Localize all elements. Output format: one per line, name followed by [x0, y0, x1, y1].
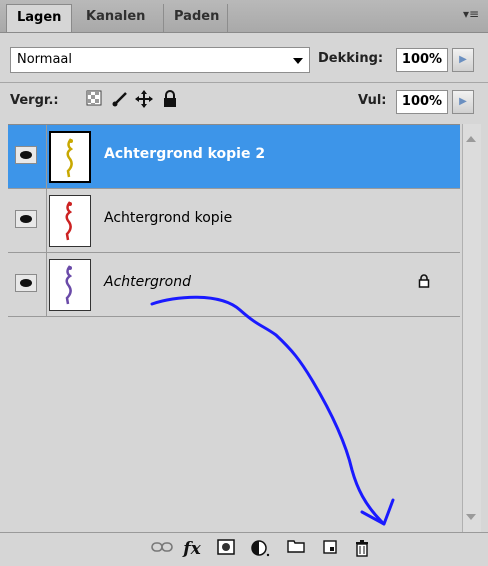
- layer-list: Achtergrond kopie 2 Achtergrond kopie Ac…: [8, 124, 460, 533]
- layer-thumbnail: [49, 259, 91, 311]
- adjustment-layer-icon[interactable]: [248, 539, 272, 559]
- lock-transparent-icon[interactable]: [84, 90, 104, 110]
- scroll-up-icon[interactable]: [466, 136, 476, 142]
- layer-name[interactable]: Achtergrond kopie 2: [104, 146, 265, 162]
- visibility-cell[interactable]: [8, 253, 47, 316]
- eye-icon[interactable]: [15, 146, 37, 164]
- scroll-down-icon[interactable]: [466, 514, 476, 520]
- layer-lock-icon: [418, 274, 430, 292]
- tab-paden[interactable]: Paden: [164, 4, 228, 32]
- fill-label: Vul:: [358, 93, 387, 108]
- opacity-field[interactable]: 100%: [396, 48, 448, 72]
- layers-panel: Lagen Kanalen Paden ▾≡ Normaal Dekking: …: [0, 0, 488, 566]
- divider: [0, 82, 488, 83]
- visibility-cell[interactable]: [8, 125, 47, 188]
- layer-list-scrollbar[interactable]: [462, 124, 481, 532]
- blend-mode-select[interactable]: Normaal: [10, 47, 310, 73]
- visibility-cell[interactable]: [8, 189, 47, 252]
- eye-icon[interactable]: [15, 210, 37, 228]
- panel-menu-icon[interactable]: ▾≡: [462, 6, 480, 22]
- layer-thumbnail: [49, 131, 91, 183]
- layer-mask-icon[interactable]: [214, 539, 238, 559]
- fill-field[interactable]: 100%: [396, 90, 448, 114]
- tab-bar: Lagen Kanalen Paden ▾≡: [0, 0, 488, 33]
- lock-move-icon[interactable]: [134, 90, 154, 110]
- eye-icon[interactable]: [15, 274, 37, 292]
- bottom-toolbar: fx: [0, 532, 488, 566]
- new-layer-icon[interactable]: [318, 539, 342, 559]
- blend-mode-value: Normaal: [17, 52, 73, 67]
- layer-thumbnail: [49, 195, 91, 247]
- lock-label: Vergr.:: [10, 93, 59, 108]
- tab-lagen[interactable]: Lagen: [6, 4, 72, 32]
- layer-name[interactable]: Achtergrond: [104, 274, 191, 290]
- opacity-slider-button[interactable]: ▶: [452, 48, 474, 72]
- lock-paint-icon[interactable]: [110, 90, 130, 110]
- tab-kanalen[interactable]: Kanalen: [76, 4, 164, 32]
- fill-slider-button[interactable]: ▶: [452, 90, 474, 114]
- trash-icon[interactable]: [350, 539, 374, 559]
- opacity-label: Dekking:: [318, 51, 384, 66]
- layer-row[interactable]: Achtergrond: [8, 253, 460, 317]
- layer-row[interactable]: Achtergrond kopie: [8, 189, 460, 253]
- layer-row[interactable]: Achtergrond kopie 2: [8, 125, 460, 189]
- lock-all-icon[interactable]: [160, 90, 180, 110]
- new-group-icon[interactable]: [284, 539, 308, 559]
- fx-icon[interactable]: fx: [180, 539, 204, 559]
- layer-name[interactable]: Achtergrond kopie: [104, 210, 232, 226]
- link-layers-icon[interactable]: [150, 539, 174, 559]
- dropdown-arrow-icon: [293, 58, 303, 64]
